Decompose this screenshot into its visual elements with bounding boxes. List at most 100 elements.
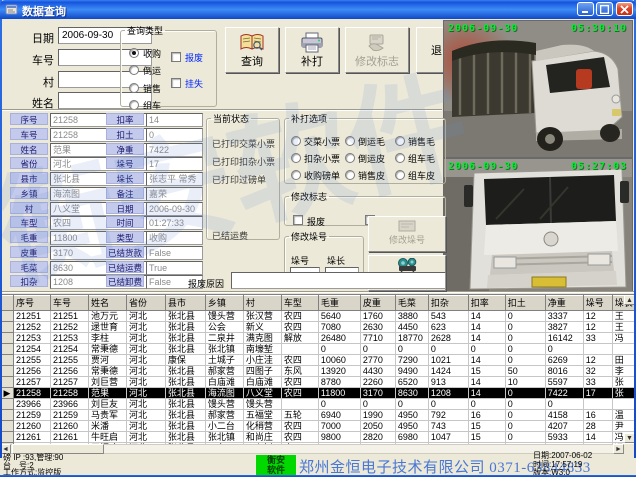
table-cell: 18770 xyxy=(395,333,428,344)
table-cell: 13920 xyxy=(318,366,360,377)
query-type-radio-2[interactable] xyxy=(129,65,139,75)
detail-right-value: 嘉荣 xyxy=(146,187,203,201)
table-cell: 1990 xyxy=(360,410,395,421)
table-cell: 26480 xyxy=(318,333,360,344)
reprint-radio-3[interactable] xyxy=(395,136,405,146)
table-row[interactable]: 2125721257刘巨营河北张北县白庙滩白庙滩农四87802260652091… xyxy=(1,377,636,388)
flag-checkbox-2[interactable] xyxy=(171,78,181,88)
table-cell: 郝家营 xyxy=(205,410,243,421)
query-type-radio-3[interactable] xyxy=(129,83,139,93)
table-cell: 常秉德 xyxy=(88,366,126,377)
table-cell: 0 xyxy=(545,399,583,410)
modify-flag-button[interactable]: 修改标志 xyxy=(345,27,409,73)
detail-right-label: 扣土 xyxy=(106,128,144,140)
reprint-radio-1[interactable] xyxy=(291,136,301,146)
table-cell: 满克图 xyxy=(243,333,281,344)
flag-checkbox-1[interactable] xyxy=(171,52,181,62)
table-cell: 常秉德 xyxy=(88,344,126,355)
row-selector-cell[interactable] xyxy=(1,377,14,388)
query-type-option-label: 倒运 xyxy=(143,64,161,77)
reprint-radio-9[interactable] xyxy=(395,170,405,180)
table-row[interactable]: 2126121261牛旺启河北张北县张北镇和尚庄农四98002820698010… xyxy=(1,432,636,443)
detail-left-label: 毛菜 xyxy=(10,261,48,273)
close-button[interactable] xyxy=(616,2,633,16)
table-row[interactable]: 2125621256常秉德河北张北县郝家营四图子东风13920443094901… xyxy=(1,366,636,377)
row-selector-cell[interactable] xyxy=(1,399,14,410)
current-status-legend: 当前状态 xyxy=(211,112,251,125)
table-cell: 农四 xyxy=(281,311,318,322)
row-selector-cell[interactable] xyxy=(1,410,14,421)
table-cell: 21251 xyxy=(50,311,88,322)
row-selector-cell[interactable] xyxy=(1,344,14,355)
table-row[interactable]: 2396623966刘巨友河北张北县馒头营馒头营0000000 xyxy=(1,399,636,410)
table-row[interactable]: 2125521255贾河河北康保土城子小庄洼农四1006027707290102… xyxy=(1,355,636,366)
row-selector-cell[interactable] xyxy=(1,333,14,344)
table-cell: 张北镇 xyxy=(205,344,243,355)
table-row[interactable]: ▶2125821258范果河北张北县海流图八义堂农四11800317086301… xyxy=(1,388,636,399)
query-type-radio-1[interactable] xyxy=(129,48,139,58)
query-button[interactable]: 查询 xyxy=(225,27,279,73)
table-cell: 逯世育 xyxy=(88,322,126,333)
row-selector-cell[interactable] xyxy=(1,421,14,432)
row-selector-cell[interactable]: ▶ xyxy=(1,388,14,399)
table-cell: 1760 xyxy=(360,311,395,322)
table-cell: 二泉井 xyxy=(205,333,243,344)
row-selector-cell[interactable] xyxy=(1,366,14,377)
column-header: 垛号 xyxy=(583,296,612,311)
reprint-radio-5[interactable] xyxy=(345,153,355,163)
scrap-reason-input[interactable] xyxy=(231,272,446,289)
row-selector-cell[interactable] xyxy=(1,311,14,322)
camera2-date: 2006-09-30 xyxy=(448,161,518,172)
table-cell: 农四 xyxy=(281,421,318,432)
modify-flag-checkbox-1[interactable] xyxy=(293,215,303,225)
camera1-date: 2006-09-30 xyxy=(448,23,518,34)
reprint-radio-2[interactable] xyxy=(345,136,355,146)
reprint-radio-8[interactable] xyxy=(345,170,355,180)
table-cell: 池万元 xyxy=(88,311,126,322)
table-cell: 11800 xyxy=(318,388,360,399)
minimize-button[interactable] xyxy=(577,2,594,16)
query-type-legend: 查询类型 xyxy=(125,24,165,37)
row-selector-header xyxy=(1,296,14,311)
table-row[interactable]: 2125921259马贵军河北张北县郝家营五福堂五轮69401990495079… xyxy=(1,410,636,421)
detail-left-label: 扣杂 xyxy=(10,275,48,287)
table-row[interactable]: 2125321253李柱河北张北县二泉井满克图解放264807710187702… xyxy=(1,333,636,344)
truck-front-illustration xyxy=(444,159,633,293)
maximize-button[interactable] xyxy=(596,2,613,16)
edit-stack-icon xyxy=(397,219,417,233)
table-cell: 张北县 xyxy=(165,344,205,355)
table-cell: 张北县 xyxy=(165,388,205,399)
reprint-option-label: 倒运皮 xyxy=(358,152,385,165)
reprint-radio-6[interactable] xyxy=(395,153,405,163)
table-cell: 21260 xyxy=(13,421,50,432)
row-selector-cell[interactable] xyxy=(1,322,14,333)
table-cell: 0 xyxy=(360,344,395,355)
table-cell: 1424 xyxy=(428,366,468,377)
table-cell: 8780 xyxy=(318,377,360,388)
modify-stack-button[interactable]: 修改垛号 xyxy=(368,216,446,252)
table-cell: 15 xyxy=(468,366,505,377)
scroll-right-button[interactable]: ► xyxy=(613,444,624,454)
table-cell: 河北 xyxy=(126,366,165,377)
table-row[interactable]: 2125121251池万元河北张北县馒头营张汉营农四56401760388054… xyxy=(1,311,636,322)
reprint-radio-4[interactable] xyxy=(291,153,301,163)
table-row[interactable]: 2125421254常秉德河北张北县张北镇南壕堑0000000 xyxy=(1,344,636,355)
table-row[interactable]: 2126021260米潘河北张北县小二台化稍营农四700020504950743… xyxy=(1,421,636,432)
table-cell: 东风 xyxy=(281,366,318,377)
table-cell: 33 xyxy=(583,333,612,344)
reprint-button[interactable]: 补打 xyxy=(285,27,339,73)
status-line: 已打印过磅单 xyxy=(212,173,266,186)
table-cell: 0 xyxy=(505,421,545,432)
table-cell: 冯 xyxy=(612,333,635,344)
reprint-radio-7[interactable] xyxy=(291,170,301,180)
table-cell: 河北 xyxy=(126,399,165,410)
table-row[interactable]: 2125221252逯世育河北张北县公会新义农四7080263044506231… xyxy=(1,322,636,333)
table-cell: 15 xyxy=(468,421,505,432)
table-cell: 5933 xyxy=(545,432,583,443)
book-icon xyxy=(239,32,265,54)
table-cell: 21254 xyxy=(13,344,50,355)
row-selector-cell[interactable] xyxy=(1,432,14,443)
row-selector-cell[interactable] xyxy=(1,355,14,366)
query-button-label: 查询 xyxy=(241,53,263,69)
table-cell: 21255 xyxy=(13,355,50,366)
